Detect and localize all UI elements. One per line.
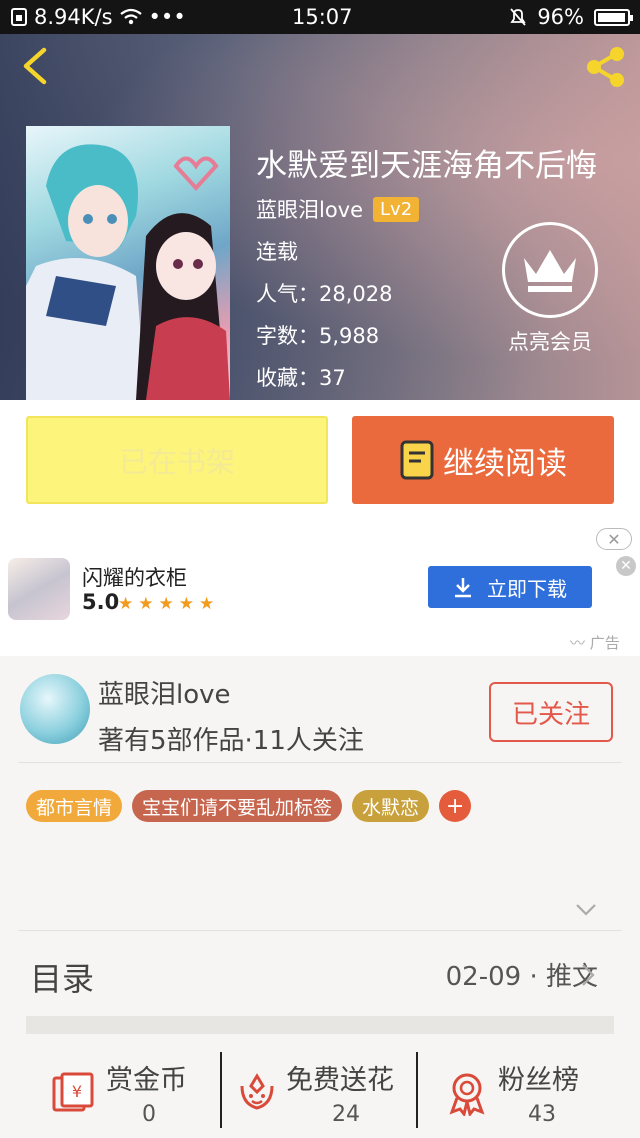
share-icon[interactable] (582, 44, 628, 90)
ad-close-pill[interactable]: ✕ (596, 528, 632, 550)
favorites-label: 收藏： (256, 366, 319, 390)
dismiss-icon: ✕ (620, 558, 632, 574)
ad-download-button[interactable]: 立即下载 (428, 566, 592, 608)
medal-icon (449, 1073, 485, 1116)
continue-reading-button[interactable]: 继续阅读 (352, 416, 614, 504)
download-icon (455, 578, 471, 598)
favorites-row: 收藏：37 (256, 362, 346, 392)
popularity-value: 28,028 (319, 282, 393, 306)
ad-banner[interactable]: ✕ ✕ 闪耀的衣柜 5.0 ★ ★ ★ ★ ★ 立即下载 〰 广告 (0, 522, 640, 656)
crown-icon (524, 250, 576, 292)
author-avatar[interactable] (20, 674, 90, 744)
author-level-badge: Lv2 (373, 196, 420, 222)
reward-coin-icon: ¥ (52, 1072, 94, 1112)
add-tag-button[interactable]: + (439, 790, 472, 822)
tag-list: 都市言情 宝宝们请不要乱加标签 水默恋 + (26, 790, 472, 822)
author-name: 蓝眼泪love (98, 680, 231, 710)
chevron-right-icon[interactable] (580, 962, 596, 988)
vip-button[interactable]: 点亮会员 (490, 222, 610, 356)
in-bookshelf-button[interactable]: 已在书架 (26, 416, 328, 504)
divider (18, 930, 622, 931)
free-flower-stat[interactable]: 免费送花 24 (222, 1046, 416, 1138)
book-author-line: 蓝眼泪love Lv2 (256, 194, 420, 224)
ad-download-label: 立即下载 (487, 576, 567, 601)
tag-chip[interactable]: 水默恋 (352, 790, 430, 822)
word-count-label: 字数： (256, 324, 319, 348)
ad-stars: ★ ★ ★ ★ ★ (118, 594, 214, 614)
ad-rating: 5.0 (82, 590, 120, 614)
free-flower-label: 免费送花 (286, 1065, 394, 1096)
chevron-down-icon[interactable] (574, 902, 598, 918)
book-status: 连载 (256, 240, 298, 264)
battery-icon (594, 8, 633, 26)
ad-tag-label: 广告 (589, 634, 620, 652)
fan-ranking-label: 粉丝榜 (498, 1065, 579, 1096)
network-speed: 8.94K/s (34, 5, 113, 29)
vip-crown-ring (502, 222, 598, 318)
close-icon: ✕ (607, 529, 621, 549)
star-icon: ★ (138, 594, 154, 614)
vip-label: 点亮会员 (508, 330, 592, 354)
popularity-row: 人气：28,028 (256, 278, 392, 308)
wifi-icon (119, 8, 142, 25)
author-card[interactable]: 蓝眼泪love 著有5部作品·11人关注 已关注 (0, 656, 640, 766)
favorites-value: 37 (319, 366, 346, 390)
toc-title[interactable]: 目录 (30, 954, 94, 1000)
book-author[interactable]: 蓝眼泪love (256, 194, 363, 224)
book-cover[interactable] (26, 126, 230, 400)
fan-ranking-value: 43 (528, 1102, 556, 1127)
tag-chip[interactable]: 都市言情 (26, 790, 123, 822)
clock: 15:07 (292, 5, 353, 29)
reward-coin-label: 赏金币 (106, 1065, 187, 1096)
reward-coin-value: 0 (142, 1102, 156, 1127)
popularity-label: 人气： (256, 282, 319, 306)
free-flower-value: 24 (332, 1102, 360, 1127)
divider (18, 762, 622, 763)
flower-icon (240, 1073, 274, 1110)
fan-ranking-stat[interactable]: 粉丝榜 43 (418, 1046, 640, 1138)
back-arrow-icon[interactable] (16, 44, 56, 88)
author-stats: 著有5部作品·11人关注 (98, 726, 364, 756)
word-count-row: 字数：5,988 (256, 320, 379, 350)
star-icon: ★ (158, 594, 174, 614)
ad-app-title: 闪耀的衣柜 (82, 566, 187, 590)
battery-percent: 96% (537, 5, 584, 29)
followed-button[interactable]: 已关注 (489, 682, 613, 742)
reward-coin-stat[interactable]: ¥ 赏金币 0 (0, 1046, 220, 1138)
stats-bar: ¥ 赏金币 0 免费送花 24 粉丝榜 43 (0, 1046, 640, 1138)
book-icon (400, 440, 434, 480)
ad-app-icon (8, 558, 70, 620)
section-separator (26, 1016, 614, 1034)
status-bar: 8.94K/s ••• 15:07 96% (0, 0, 640, 34)
star-icon: ★ (178, 594, 194, 614)
more-dots: ••• (148, 5, 186, 29)
continue-reading-label: 继续阅读 (443, 445, 567, 482)
action-bar: 已在书架 继续阅读 (0, 400, 640, 522)
toc-latest-chapter[interactable]: 02-09 · 推文 (446, 956, 598, 993)
star-icon: ★ (199, 594, 215, 614)
book-title: 水默爱到天涯海角不后悔 (256, 148, 597, 184)
tag-chip[interactable]: 宝宝们请不要乱加标签 (132, 790, 343, 822)
sim-icon (11, 8, 27, 26)
ad-tag: 〰 广告 (570, 634, 620, 652)
svg-text:¥: ¥ (72, 1082, 82, 1101)
word-count-value: 5,988 (319, 324, 380, 348)
ad-dismiss-button[interactable]: ✕ (616, 556, 636, 576)
star-icon: ★ (118, 594, 134, 614)
mute-bell-icon (510, 8, 526, 26)
cover-illustration (26, 144, 230, 400)
